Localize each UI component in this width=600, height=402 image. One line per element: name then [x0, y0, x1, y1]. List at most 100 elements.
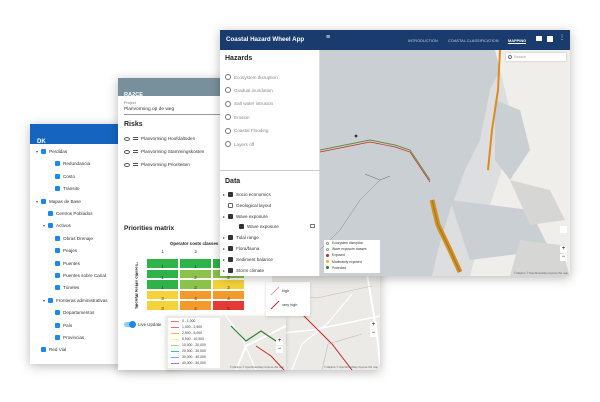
checkbox[interactable] — [48, 223, 54, 229]
menu-icon[interactable] — [133, 137, 138, 140]
dk-layer-item[interactable]: ▾ Fronteras administrativas — [43, 297, 108, 303]
matrix-cell[interactable]: 3 — [212, 279, 245, 290]
matrix-cell[interactable]: 1 — [146, 279, 179, 290]
checkbox[interactable] — [228, 246, 234, 251]
checkbox[interactable] — [55, 161, 61, 167]
hazard-item[interactable]: Ecosystem disruption — [225, 74, 278, 80]
eye-icon[interactable] — [124, 149, 130, 154]
hamburger-menu-icon[interactable]: ≡ — [326, 34, 330, 41]
matrix-cell[interactable]: 4 — [212, 289, 245, 301]
checkbox[interactable] — [41, 198, 47, 204]
radio-button[interactable] — [225, 127, 231, 134]
dk-layer-item[interactable]: ▾Departamentos — [50, 310, 94, 316]
dk-layer-item[interactable]: ▾Peajes — [50, 248, 77, 254]
matrix-cell[interactable]: 2 — [179, 279, 212, 290]
project-select[interactable]: Planvorming op de weg — [124, 107, 174, 112]
dk-layer-item[interactable]: ▾Costo — [50, 173, 75, 179]
chw-map-zoom-out-button[interactable]: − — [560, 254, 567, 261]
matrix-cell[interactable]: 1 — [146, 258, 179, 269]
ra2ce-map-zoom-in-button[interactable]: + — [370, 322, 377, 329]
checkbox[interactable] — [228, 256, 234, 262]
chevron-down-icon[interactable]: ▾ — [43, 298, 45, 303]
chw-map-layers-button[interactable] — [560, 226, 567, 233]
live-update-toggle[interactable] — [124, 321, 136, 328]
checkbox[interactable] — [228, 213, 234, 219]
chevron-right-icon[interactable]: ▸ — [223, 214, 225, 219]
map-search-box[interactable]: Search — [506, 53, 566, 61]
ra2ce-map-zoom-out-button[interactable]: − — [370, 330, 377, 337]
data-layer-item[interactable]: ▸Geological layout — [223, 202, 271, 208]
nav-coastal-classification[interactable]: COASTAL CLASSIFICATION — [448, 38, 499, 43]
chevron-down-icon[interactable]: ▾ — [43, 223, 45, 228]
matrix-cell[interactable]: 4 — [179, 300, 212, 311]
dk-layer-item[interactable]: ▾Red Vial — [36, 347, 163, 353]
checkbox[interactable] — [228, 192, 234, 197]
more-menu-icon[interactable]: ⋮ — [559, 34, 565, 41]
checkbox[interactable] — [55, 235, 61, 241]
chevron-right-icon[interactable]: ▸ — [223, 246, 225, 251]
data-layer-item[interactable]: ▸Wave exposure — [234, 224, 315, 230]
checkbox[interactable] — [55, 260, 61, 266]
dk-layer-item[interactable]: ▾País — [50, 322, 72, 328]
checkbox[interactable] — [55, 310, 61, 316]
data-layer-item[interactable]: ▸ Sediment balance — [223, 256, 273, 262]
chevron-down-icon[interactable]: ▾ — [36, 149, 38, 154]
radio-button[interactable] — [225, 141, 231, 147]
chevron-right-icon[interactable]: ▸ — [223, 257, 225, 262]
radio-button[interactable] — [225, 100, 231, 107]
chw-map-zoom-in-button[interactable]: + — [560, 246, 567, 253]
hazard-item[interactable]: Coastal Flooding — [225, 127, 268, 134]
eye-icon[interactable] — [124, 162, 130, 167]
checkbox[interactable] — [41, 347, 47, 353]
data-layer-item[interactable]: ▸ Flora/fauna — [223, 246, 259, 251]
traffic-map-zoom-out-button[interactable]: − — [276, 346, 283, 353]
matrix-cell[interactable]: 4 — [179, 289, 212, 301]
matrix-cell[interactable]: 2 — [179, 268, 212, 280]
matrix-cell[interactable]: 3 — [146, 300, 179, 311]
checkbox[interactable] — [55, 322, 61, 328]
menu-icon[interactable] — [133, 163, 138, 166]
radio-button[interactable] — [225, 74, 231, 80]
checkbox[interactable] — [239, 224, 245, 230]
matrix-cell[interactable]: 1 — [146, 268, 179, 280]
checkbox[interactable] — [55, 248, 61, 254]
checkbox[interactable] — [55, 273, 61, 278]
chevron-right-icon[interactable]: ▸ — [223, 192, 225, 197]
dk-layer-item[interactable]: ▾ Perdidas — [36, 149, 67, 154]
hazard-item[interactable]: Salt water intrusion — [225, 100, 273, 107]
dk-layer-item[interactable]: ▾Redundancia — [50, 161, 90, 167]
dk-layer-item[interactable]: ▾Túneles — [50, 285, 79, 291]
save-icon[interactable] — [547, 35, 553, 42]
chevron-right-icon[interactable]: ▸ — [223, 235, 225, 240]
data-layer-item[interactable]: ▸ Socio economics — [223, 192, 271, 197]
chw-map[interactable]: Search Ecosystem disruption Wave exposure… — [320, 50, 570, 276]
checkbox[interactable] — [55, 173, 61, 179]
data-layer-item[interactable]: ▸Wave exposure — [223, 213, 268, 219]
checkbox[interactable] — [41, 149, 47, 154]
dk-layer-item[interactable]: ▾Puentes — [50, 260, 80, 266]
dk-layer-item[interactable]: ▾Provincias — [50, 335, 84, 340]
radio-button[interactable] — [225, 87, 231, 94]
risk-item[interactable]: Planvorming Hoofdaltoden — [124, 136, 195, 141]
checkbox[interactable] — [228, 267, 234, 273]
matrix-cell[interactable]: 5 — [212, 300, 245, 311]
dk-layer-item[interactable]: ▾Centros Poblados — [43, 211, 163, 216]
checkbox[interactable] — [55, 285, 61, 291]
matrix-cell[interactable]: 3 — [146, 289, 179, 301]
dk-layer-item[interactable]: ▾Tránsito — [50, 186, 79, 192]
checkbox[interactable] — [48, 297, 54, 303]
menu-icon[interactable] — [133, 150, 138, 153]
radio-button[interactable] — [225, 114, 231, 121]
folder-icon[interactable] — [536, 36, 542, 41]
risk-item[interactable]: Planvorming Prioriteiten — [124, 162, 190, 167]
dk-layer-item[interactable]: ▾ Mapas de Base — [36, 198, 81, 204]
settings-icon[interactable] — [310, 224, 315, 229]
eye-icon[interactable] — [124, 136, 130, 141]
data-layer-item[interactable]: ▸ Tidal range — [223, 235, 259, 241]
nav-mapping[interactable]: MAPPING — [508, 38, 527, 44]
traffic-map-zoom-in-button[interactable]: + — [276, 338, 283, 345]
chevron-right-icon[interactable]: ▸ — [223, 268, 225, 273]
checkbox[interactable] — [55, 335, 61, 340]
dk-layer-item[interactable]: ▾Obras Drenaje — [50, 235, 93, 241]
data-layer-item[interactable]: ▸ Storm climate — [223, 267, 264, 273]
